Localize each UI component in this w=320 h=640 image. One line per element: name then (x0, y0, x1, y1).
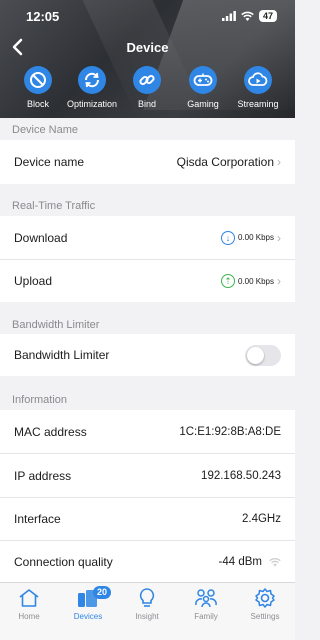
device-name-label: Device name (14, 155, 85, 169)
tab-devices[interactable]: 20 Devices (59, 586, 117, 621)
tab-family-label: Family (194, 612, 218, 621)
download-arrow-icon: ↓ (220, 230, 235, 245)
mac-address-label: MAC address (14, 424, 87, 439)
tab-home-label: Home (18, 612, 40, 621)
upload-label: Upload (14, 274, 53, 288)
bind-label: Bind (137, 99, 156, 109)
wifi-icon (241, 11, 254, 21)
link-icon (139, 74, 155, 86)
section-header-traffic: Real-Time Traffic (12, 200, 96, 212)
status-bar: 12:05 47 (0, 0, 295, 34)
action-bar: Block Optimization Bind Gaming Streaming (0, 66, 295, 116)
lightbulb-icon (139, 588, 155, 607)
family-icon (195, 589, 217, 608)
connection-quality-label: Connection quality (14, 554, 113, 569)
download-label: Download (14, 230, 68, 245)
tab-family[interactable]: Family (177, 587, 235, 621)
download-row[interactable]: Download ↓ 0.00 Kbps › (0, 216, 295, 259)
page-title: Device (126, 40, 169, 55)
tab-settings-label: Settings (250, 612, 280, 621)
tab-insight-label: Insight (135, 612, 159, 621)
tab-devices-label: Devices (73, 612, 103, 621)
ip-address-value: 192.168.50.243 (201, 469, 281, 482)
tab-insight[interactable]: Insight (118, 587, 176, 621)
streaming-label: Streaming (237, 99, 279, 109)
header: 12:05 47 Device Block Optimization Bind … (0, 0, 295, 118)
interface-label: Interface (14, 512, 61, 526)
tab-home[interactable]: Home (0, 587, 58, 621)
ip-address-label: IP address (14, 468, 72, 483)
device-name-value: Qisda Corporation (176, 155, 274, 169)
gamepad-icon (193, 73, 213, 86)
section-header-information: Information (12, 394, 68, 406)
block-icon (30, 72, 46, 88)
section-header-device-name: Device Name (12, 124, 79, 136)
bandwidth-limiter-row: Bandwidth Limiter (0, 334, 295, 376)
ip-address-row: IP address 192.168.50.243 (0, 454, 295, 497)
status-time: 12:05 (26, 9, 60, 24)
connection-quality-row: Connection quality -44 dBm (0, 541, 295, 582)
chevron-right-icon: › (277, 230, 281, 245)
interface-row: Interface 2.4GHz (0, 498, 295, 540)
upload-row[interactable]: Upload ⇡ 0.00 Kbps › (0, 260, 295, 302)
bind-button[interactable]: Bind (115, 66, 179, 109)
cloud-play-icon (248, 72, 268, 86)
upload-arrow-icon: ⇡ (220, 274, 235, 288)
chevron-right-icon: › (277, 155, 281, 169)
interface-value: 2.4GHz (242, 513, 281, 525)
chevron-right-icon: › (277, 274, 281, 288)
device-name-row[interactable]: Device name Qisda Corporation › (0, 140, 295, 184)
tab-settings[interactable]: Settings (236, 587, 294, 621)
tab-bar: Home 20 Devices Insight Family Settings (0, 582, 295, 640)
devices-count-badge: 20 (93, 586, 112, 599)
mac-address-value: 1C:E1:92:8B:A8:DE (179, 425, 281, 438)
gear-icon (255, 588, 275, 608)
toggle-knob (247, 346, 264, 364)
signal-icon (221, 11, 236, 21)
refresh-icon (84, 72, 100, 88)
bandwidth-limiter-toggle[interactable] (245, 344, 281, 366)
upload-value: 0.00 Kbps (237, 276, 274, 286)
section-header-limiter: Bandwidth Limiter (12, 319, 100, 331)
streaming-button[interactable]: Streaming (226, 66, 290, 109)
mac-address-row: MAC address 1C:E1:92:8B:A8:DE (0, 410, 295, 453)
wifi-signal-icon (269, 557, 281, 567)
home-icon (19, 589, 39, 607)
connection-quality-value: -44 dBm (218, 555, 262, 568)
download-value: 0.00 Kbps (237, 233, 274, 242)
bandwidth-limiter-label: Bandwidth Limiter (14, 348, 110, 362)
battery-level: 47 (258, 10, 277, 22)
